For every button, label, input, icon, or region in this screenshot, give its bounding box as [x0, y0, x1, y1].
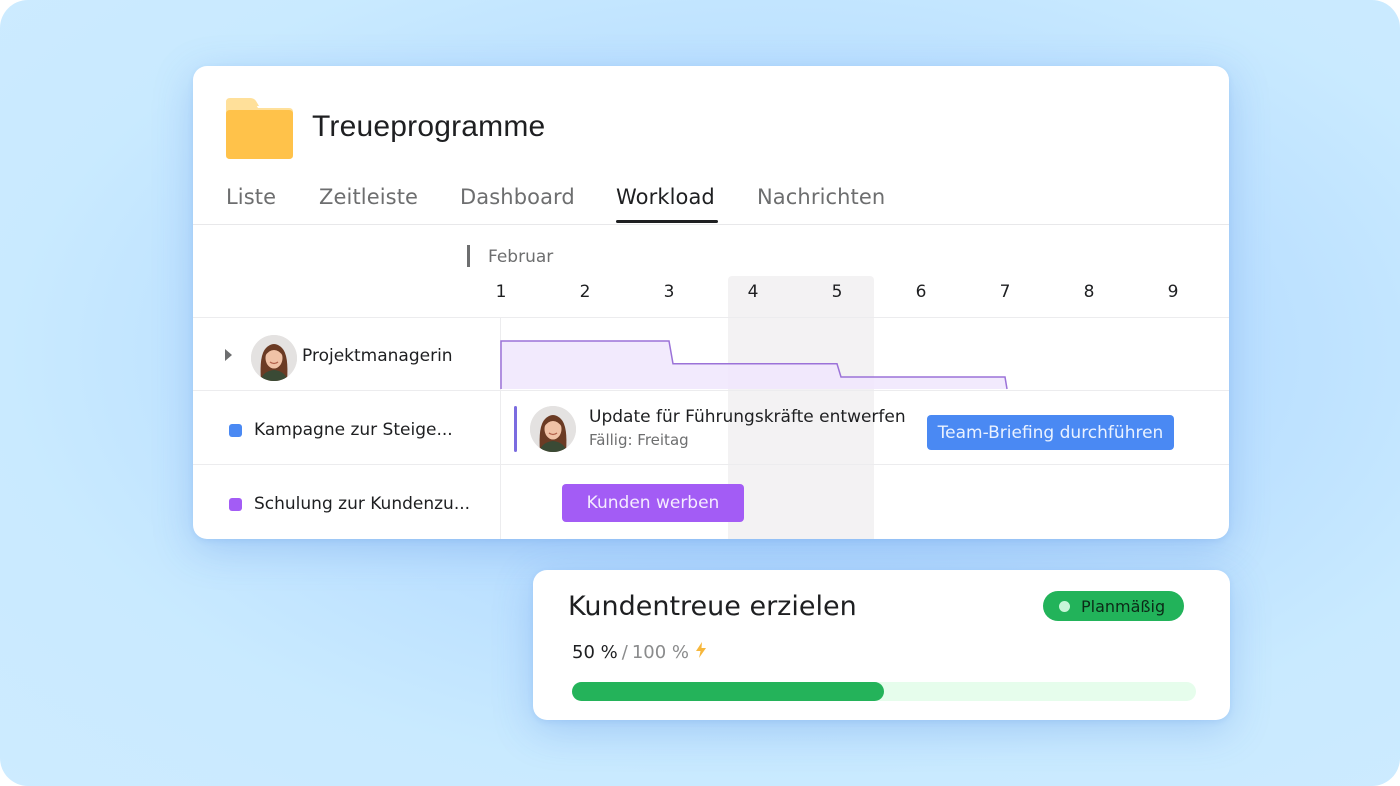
day-label: 8 — [1083, 282, 1095, 302]
day-label: 7 — [999, 282, 1011, 302]
person-avatar-icon — [530, 406, 576, 452]
day-label: 5 — [831, 282, 843, 302]
workload-chart — [500, 340, 1008, 390]
person-name[interactable]: Projektmanagerin — [302, 346, 453, 366]
progress-readout: 50 % / 100 % — [572, 642, 707, 663]
workload-area — [501, 341, 1007, 389]
caret-right-icon[interactable] — [225, 349, 232, 361]
goal-title[interactable]: Kundentreue erzielen — [568, 591, 857, 622]
day-label: 3 — [663, 282, 675, 302]
tab-bar: Liste Zeitleiste Dashboard Workload Nach… — [193, 172, 1229, 225]
day-label: 6 — [915, 282, 927, 302]
progress-bar-fill — [572, 682, 884, 701]
task-title[interactable]: Update für Führungskräfte entwerfen — [589, 407, 906, 427]
status-dot-icon — [1059, 600, 1070, 612]
project-name[interactable]: Kampagne zur Steige... — [254, 420, 453, 440]
divider — [193, 464, 1229, 465]
lightning-icon — [696, 642, 706, 658]
status-badge: Planmäßig — [1043, 591, 1184, 621]
progress-bar — [572, 682, 1196, 701]
tab-nachrichten[interactable]: Nachrichten — [757, 185, 885, 209]
status-text: Planmäßig — [1081, 596, 1166, 616]
avatar — [251, 335, 297, 381]
progress-target: 100 % — [631, 642, 689, 663]
day-label: 4 — [747, 282, 759, 302]
goal-card[interactable]: Kundentreue erzielen Planmäßig 50 % / 10… — [533, 570, 1230, 720]
day-label: 9 — [1167, 282, 1179, 302]
tab-liste[interactable]: Liste — [226, 185, 276, 209]
tab-dashboard[interactable]: Dashboard — [460, 185, 575, 209]
project-name[interactable]: Schulung zur Kundenzu... — [254, 494, 470, 514]
tab-workload[interactable]: Workload — [616, 185, 715, 209]
progress-current: 50 % — [572, 642, 618, 663]
task-accent-bar — [514, 406, 517, 452]
task-due-date: Fällig: Freitag — [589, 431, 689, 449]
day-label: 1 — [495, 282, 507, 302]
month-label: Februar — [488, 247, 554, 267]
project-color-square — [229, 424, 242, 437]
task-assignee-avatar — [530, 406, 576, 452]
background: Treueprogramme Liste Zeitleiste Dashboar… — [0, 0, 1400, 786]
day-label: 2 — [579, 282, 591, 302]
project-color-square — [229, 498, 242, 511]
month-marker — [467, 245, 470, 267]
task-kunden-werben[interactable]: Kunden werben — [562, 484, 744, 522]
folder-icon — [226, 98, 293, 159]
tab-zeitleiste[interactable]: Zeitleiste — [319, 185, 418, 209]
project-card: Treueprogramme Liste Zeitleiste Dashboar… — [193, 66, 1229, 539]
task-team-briefing[interactable]: Team-Briefing durchführen — [927, 415, 1174, 450]
active-tab-indicator — [616, 220, 718, 223]
project-title: Treueprogramme — [312, 110, 546, 143]
progress-separator: / — [621, 642, 628, 663]
person-avatar-icon — [251, 335, 297, 381]
